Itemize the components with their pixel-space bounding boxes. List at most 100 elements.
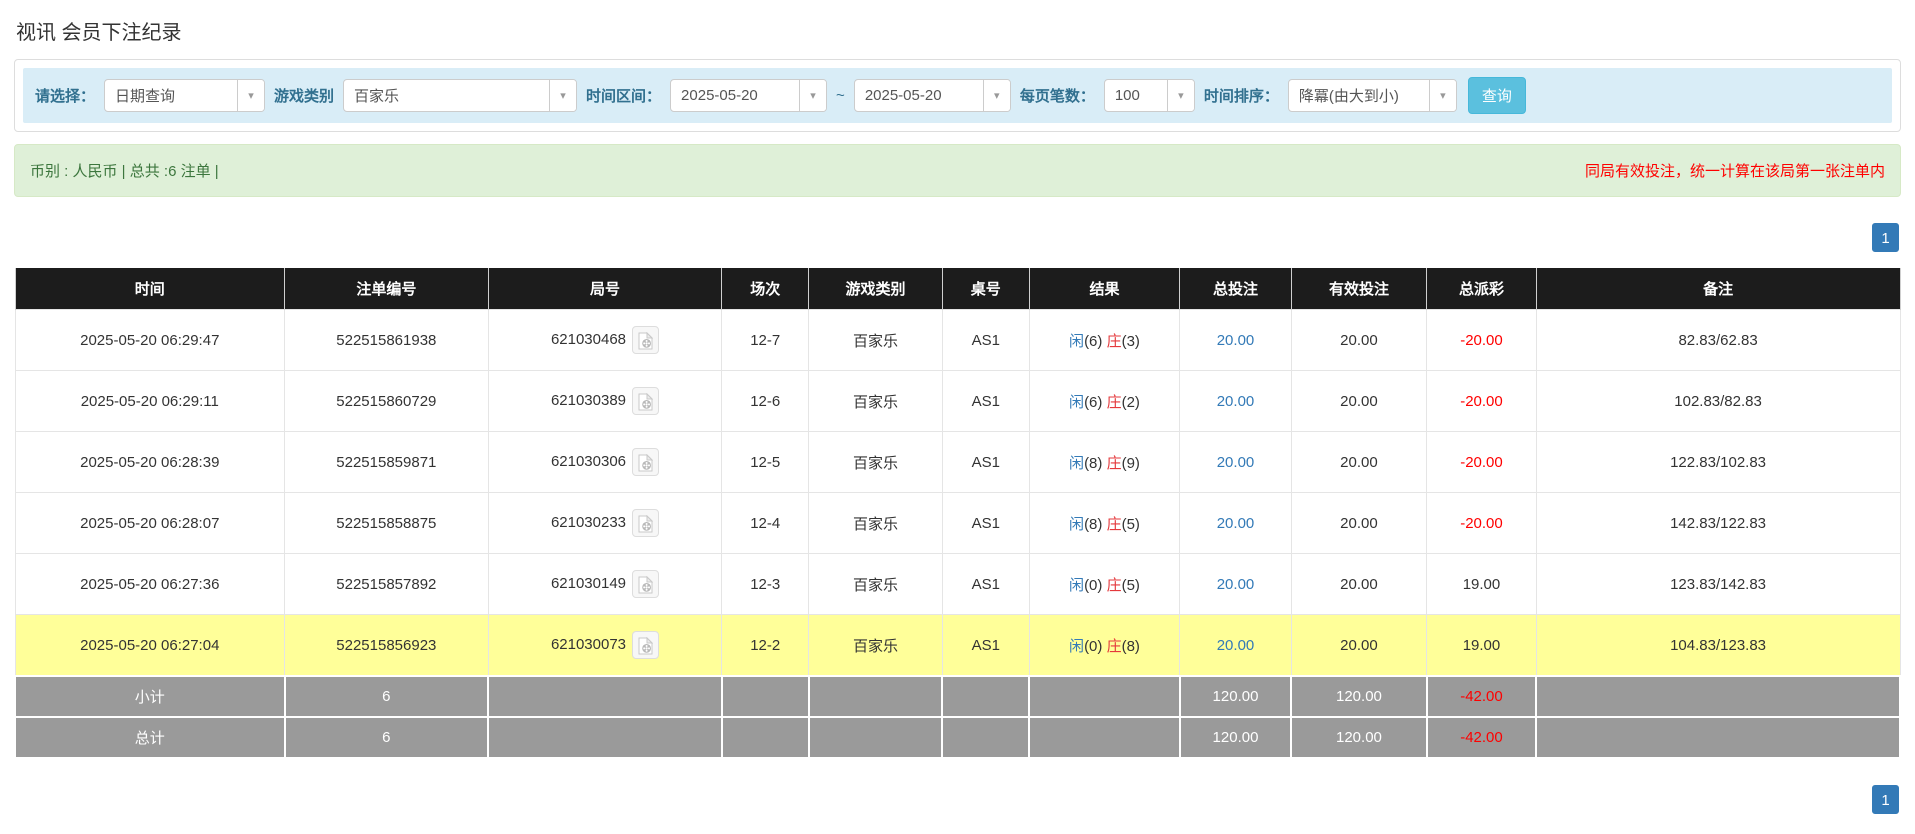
total-label-cell: 小计 xyxy=(15,676,285,717)
time-sort-select[interactable]: 降冪(由大到小) ▾ xyxy=(1288,79,1457,112)
time-sort-value[interactable]: 降冪(由大到小) xyxy=(1289,80,1429,111)
date-range-separator: ~ xyxy=(836,87,845,104)
chevron-down-icon[interactable]: ▾ xyxy=(1167,80,1194,111)
video-replay-button[interactable] xyxy=(632,570,659,598)
pagination-bottom: 1 xyxy=(14,785,1899,814)
result-cell: 闲(0) 庄(5) xyxy=(1029,554,1180,615)
session-cell: 12-3 xyxy=(722,554,809,615)
total-value-cell: -42.00 xyxy=(1427,676,1536,717)
header-round: 局号 xyxy=(488,268,722,310)
round-cell: 621030389 xyxy=(488,371,722,432)
total-bet-link[interactable]: 20.00 xyxy=(1217,454,1255,471)
total-value-cell xyxy=(722,717,809,758)
date-to-value[interactable]: 2025-05-20 xyxy=(855,80,983,111)
total-bet-link[interactable]: 20.00 xyxy=(1217,332,1255,349)
header-time: 时间 xyxy=(15,268,285,310)
session-cell: 12-2 xyxy=(722,615,809,677)
payout-cell: -20.00 xyxy=(1427,493,1536,554)
total-value-cell xyxy=(488,717,722,758)
round-number: 621030149 xyxy=(551,575,626,592)
video-replay-button[interactable] xyxy=(632,326,659,354)
player-points: (6) xyxy=(1084,333,1102,350)
result-cell: 闲(0) 庄(8) xyxy=(1029,615,1180,677)
game-type-cell: 百家乐 xyxy=(809,310,943,371)
banker-points: (9) xyxy=(1122,455,1140,472)
total-value-cell xyxy=(942,717,1029,758)
total-bet-link[interactable]: 20.00 xyxy=(1217,576,1255,593)
header-valid-bet: 有效投注 xyxy=(1291,268,1427,310)
round-number: 621030468 xyxy=(551,331,626,348)
chevron-down-icon[interactable]: ▾ xyxy=(237,80,264,111)
time-cell: 2025-05-20 06:27:36 xyxy=(15,554,285,615)
video-replay-button[interactable] xyxy=(632,509,659,537)
date-from-value[interactable]: 2025-05-20 xyxy=(671,80,799,111)
banker-result: 庄 xyxy=(1107,455,1122,472)
pagination-top: 1 xyxy=(14,223,1899,252)
player-result: 闲 xyxy=(1069,577,1084,594)
total-bet-link[interactable]: 20.00 xyxy=(1217,515,1255,532)
total-bet-cell: 20.00 xyxy=(1180,493,1291,554)
time-cell: 2025-05-20 06:27:04 xyxy=(15,615,285,677)
video-replay-button[interactable] xyxy=(632,631,659,659)
total-bet-cell: 20.00 xyxy=(1180,554,1291,615)
total-value-cell xyxy=(809,717,943,758)
header-result: 结果 xyxy=(1029,268,1180,310)
page-size-value[interactable]: 100 xyxy=(1105,80,1167,111)
valid-bet-cell: 20.00 xyxy=(1291,432,1427,493)
game-type-cell: 百家乐 xyxy=(809,371,943,432)
table-body: 2025-05-20 06:29:47522515861938621030468… xyxy=(15,310,1900,759)
header-game-type: 游戏类别 xyxy=(809,268,943,310)
video-replay-button[interactable] xyxy=(632,387,659,415)
bet-id-cell: 522515857892 xyxy=(285,554,489,615)
table-no-cell: AS1 xyxy=(942,371,1029,432)
round-cell: 621030233 xyxy=(488,493,722,554)
remark-cell: 102.83/82.83 xyxy=(1536,371,1900,432)
page-number-button[interactable]: 1 xyxy=(1872,785,1899,814)
round-number: 621030233 xyxy=(551,514,626,531)
round-cell: 621030468 xyxy=(488,310,722,371)
date-range-label: 时间区间： xyxy=(586,85,661,106)
chevron-down-icon[interactable]: ▾ xyxy=(549,80,576,111)
table-no-cell: AS1 xyxy=(942,554,1029,615)
chevron-down-icon[interactable]: ▾ xyxy=(1429,80,1456,111)
table-no-cell: AS1 xyxy=(942,310,1029,371)
total-value-cell xyxy=(942,676,1029,717)
header-payout: 总派彩 xyxy=(1427,268,1536,310)
round-cell: 621030073 xyxy=(488,615,722,677)
date-from-select[interactable]: 2025-05-20 ▾ xyxy=(670,79,827,112)
total-value-cell xyxy=(1029,717,1180,758)
player-result: 闲 xyxy=(1069,516,1084,533)
page-number-button[interactable]: 1 xyxy=(1872,223,1899,252)
summary-bar: 币别 : 人民币 | 总共 :6 注单 | 同局有效投注，统一计算在该局第一张注… xyxy=(14,144,1901,197)
page-size-select[interactable]: 100 ▾ xyxy=(1104,79,1195,112)
total-bet-cell: 20.00 xyxy=(1180,371,1291,432)
chevron-down-icon[interactable]: ▾ xyxy=(799,80,826,111)
query-type-select[interactable]: 日期查询 ▾ xyxy=(104,79,265,112)
player-points: (8) xyxy=(1084,455,1102,472)
remark-cell: 123.83/142.83 xyxy=(1536,554,1900,615)
table-no-cell: AS1 xyxy=(942,493,1029,554)
total-value-cell: 6 xyxy=(285,717,489,758)
filter-bar: 请选择： 日期查询 ▾ 游戏类别 百家乐 ▾ 时间区间： 2025-05-20 … xyxy=(23,68,1892,123)
game-type-cell: 百家乐 xyxy=(809,493,943,554)
page: 视讯 会员下注纪录 请选择： 日期查询 ▾ 游戏类别 百家乐 ▾ 时间区间： 2… xyxy=(0,0,1915,834)
remark-cell: 122.83/102.83 xyxy=(1536,432,1900,493)
table-row: 2025-05-20 06:29:47522515861938621030468… xyxy=(15,310,1900,371)
banker-points: (8) xyxy=(1122,638,1140,655)
query-type-value[interactable]: 日期查询 xyxy=(105,80,237,111)
currency-total-text: 币别 : 人民币 | 总共 :6 注单 | xyxy=(30,160,219,181)
total-bet-link[interactable]: 20.00 xyxy=(1217,637,1255,654)
round-cell: 621030149 xyxy=(488,554,722,615)
total-bet-link[interactable]: 20.00 xyxy=(1217,393,1255,410)
chevron-down-icon[interactable]: ▾ xyxy=(983,80,1010,111)
date-to-select[interactable]: 2025-05-20 ▾ xyxy=(854,79,1011,112)
bet-records-table: 时间 注单编号 局号 场次 游戏类别 桌号 结果 总投注 有效投注 总派彩 备注… xyxy=(14,268,1901,759)
game-type-select[interactable]: 百家乐 ▾ xyxy=(343,79,577,112)
search-button[interactable]: 查询 xyxy=(1468,77,1526,114)
video-film-icon xyxy=(638,576,653,594)
game-type-value[interactable]: 百家乐 xyxy=(344,80,549,111)
valid-bet-cell: 20.00 xyxy=(1291,554,1427,615)
player-result: 闲 xyxy=(1069,455,1084,472)
result-cell: 闲(8) 庄(5) xyxy=(1029,493,1180,554)
video-replay-button[interactable] xyxy=(632,448,659,476)
